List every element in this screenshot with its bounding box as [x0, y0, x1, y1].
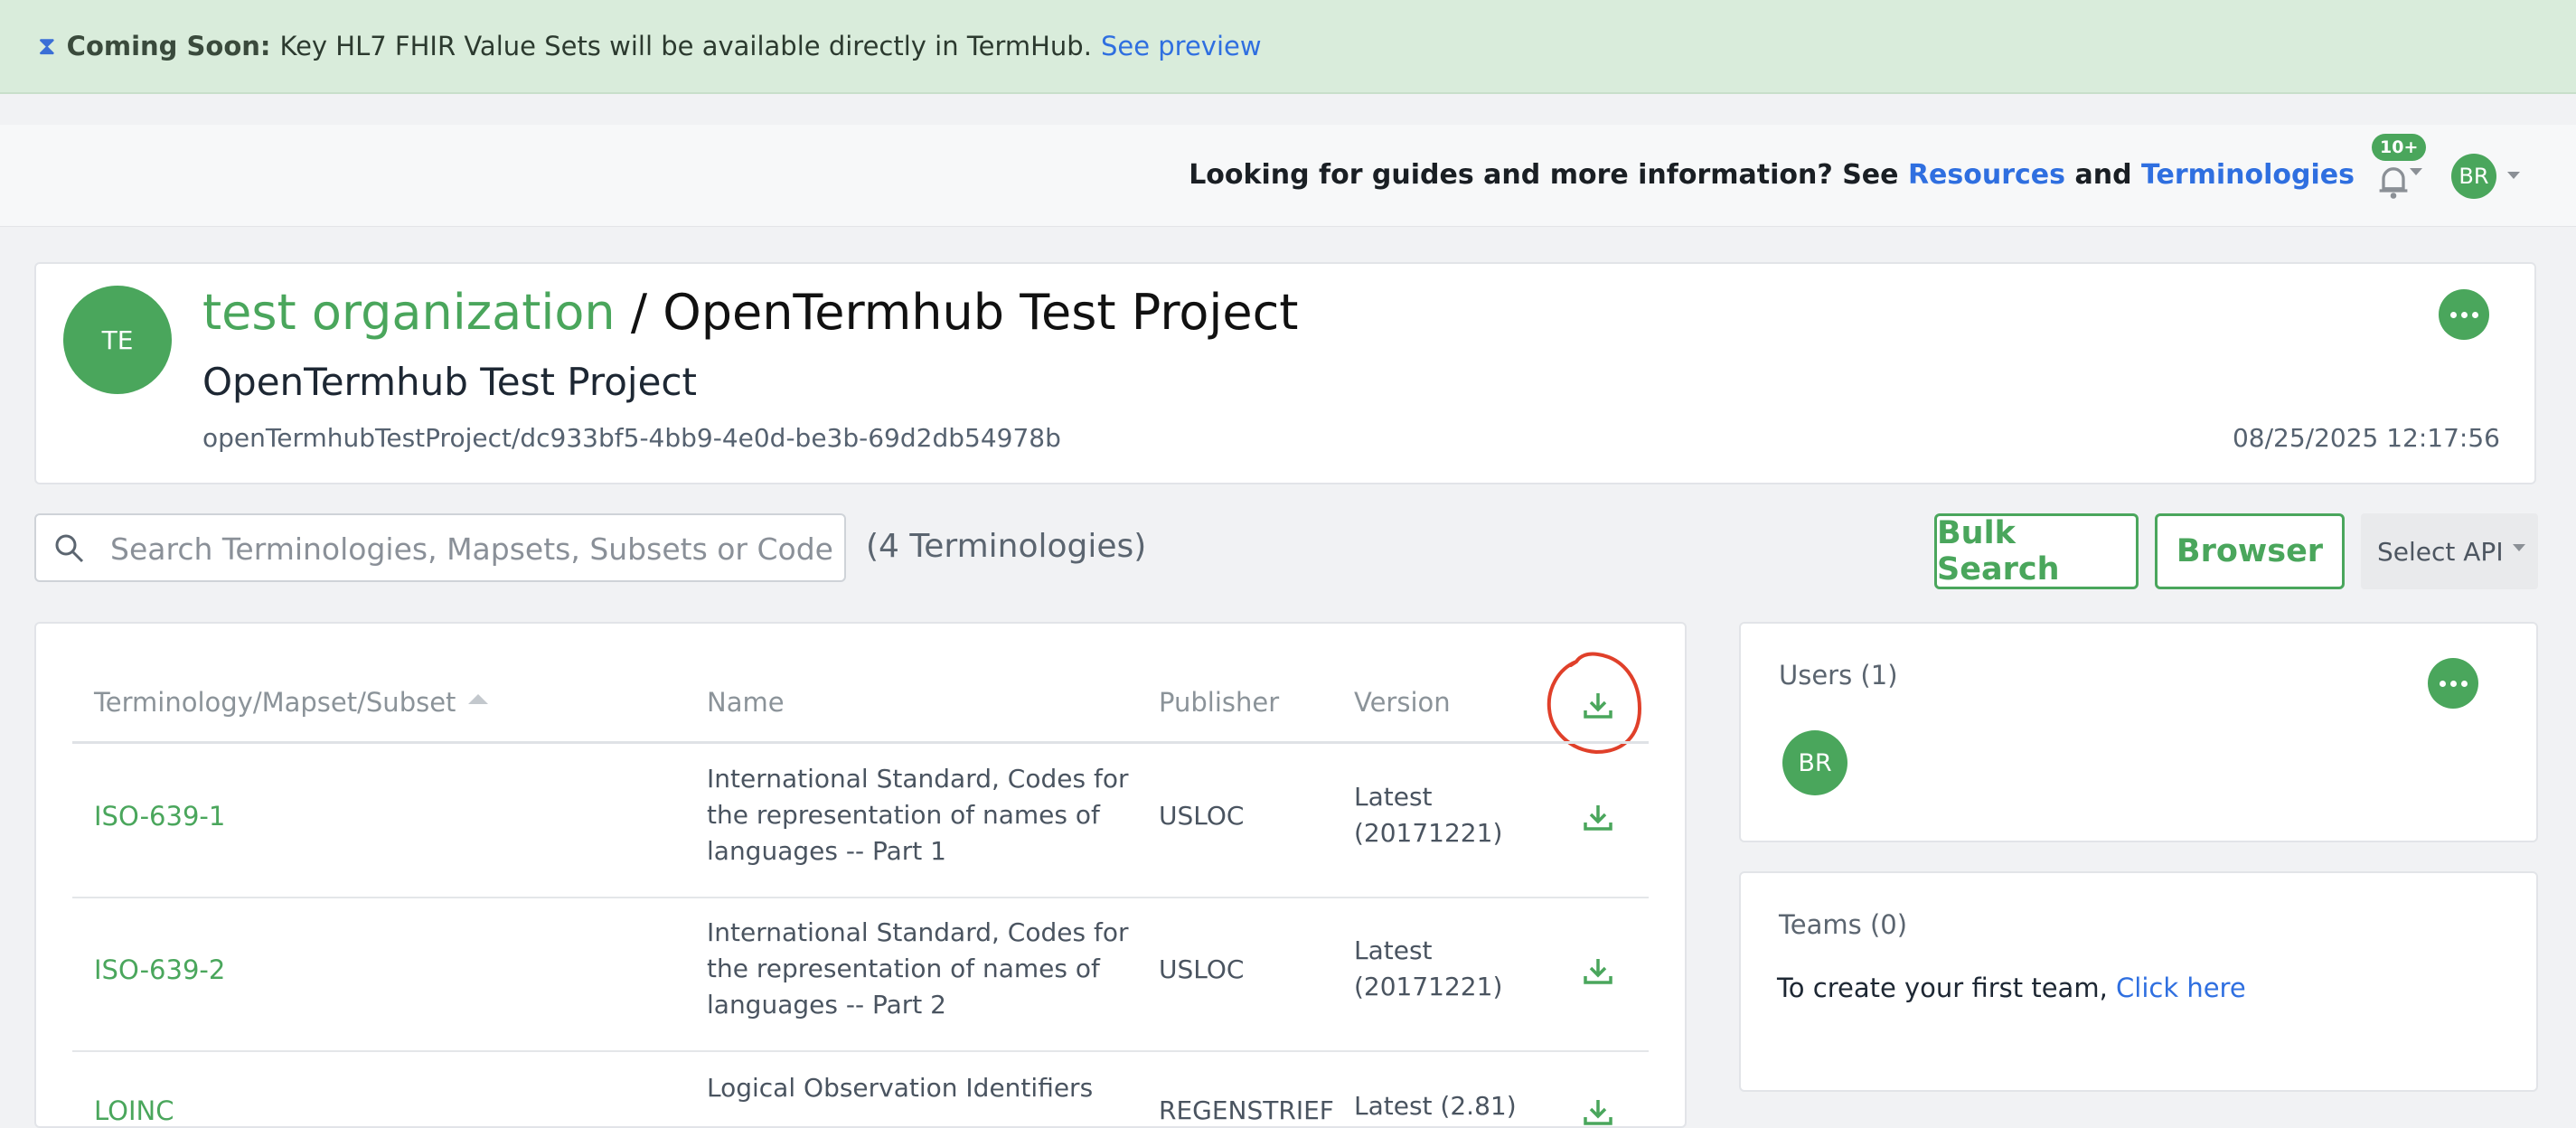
bell-icon[interactable]	[2374, 161, 2413, 201]
column-header-name[interactable]: Name	[707, 687, 785, 718]
terminologies-table: Terminology/Mapset/Subset Name Publisher…	[34, 622, 1687, 1128]
terminology-name: Logical Observation Identifiers	[707, 1073, 1094, 1103]
download-icon[interactable]	[1582, 954, 1614, 987]
terminology-version: Latest (20171221)	[1354, 935, 1503, 1001]
more-dot-icon	[2471, 311, 2478, 318]
more-dot-icon	[2460, 311, 2468, 318]
search-icon	[55, 534, 84, 563]
search-box	[34, 513, 846, 582]
bulk-search-button[interactable]: Bulk Search	[1934, 513, 2139, 589]
download-icon[interactable]	[1582, 1095, 1614, 1128]
column-header-terminology-label: Terminology/Mapset/Subset	[94, 687, 456, 718]
page-title: test organization / OpenTermhub Test Pro…	[202, 284, 1298, 341]
terminology-link[interactable]: ISO-639-1	[94, 801, 225, 832]
project-header-card: TE test organization / OpenTermhub Test …	[34, 262, 2536, 484]
hourglass-icon: ⧗	[38, 31, 56, 61]
row-divider	[72, 897, 1649, 898]
more-dot-icon	[2460, 680, 2468, 687]
users-more-button[interactable]	[2428, 658, 2478, 709]
more-dot-icon	[2439, 680, 2446, 687]
more-dot-icon	[2449, 311, 2457, 318]
teams-title: Teams (0)	[1779, 909, 1908, 940]
notification-caret-icon[interactable]	[2410, 168, 2422, 175]
column-header-terminology[interactable]: Terminology/Mapset/Subset	[94, 687, 488, 718]
terminology-link[interactable]: LOINC	[94, 1095, 174, 1126]
terminology-publisher: REGENSTRIEF	[1159, 1095, 1334, 1125]
org-link[interactable]: test organization	[202, 284, 616, 341]
teams-empty-text: To create your first team,	[1777, 973, 2108, 1003]
teams-empty-message: To create your first team, Click here	[1777, 973, 2246, 1003]
project-timestamp: 08/25/2025 12:17:56	[2232, 423, 2500, 453]
project-subtitle: OpenTermhub Test Project	[202, 360, 697, 404]
teams-card: Teams (0) To create your first team, Cli…	[1739, 871, 2538, 1092]
terminology-name: International Standard, Codes for the re…	[707, 917, 1129, 1020]
top-bar: Looking for guides and more information?…	[0, 125, 2576, 227]
create-team-link[interactable]: Click here	[2116, 973, 2246, 1003]
banner-label: Coming Soon:	[66, 31, 271, 61]
terminology-count: (4 Terminologies)	[866, 528, 1147, 565]
users-card: Users (1) BR	[1739, 622, 2538, 842]
select-api-dropdown[interactable]: Select API	[2361, 513, 2538, 589]
banner-text: Key HL7 FHIR Value Sets will be availabl…	[279, 31, 1092, 61]
search-input[interactable]	[108, 515, 835, 582]
terminology-version: Latest (2.81)	[1354, 1091, 1517, 1121]
row-divider	[72, 1050, 1649, 1052]
member-avatar[interactable]: BR	[1782, 730, 1847, 795]
chevron-down-icon	[2512, 544, 2525, 551]
column-header-version[interactable]: Version	[1354, 687, 1451, 718]
download-icon[interactable]	[1582, 801, 1614, 833]
browser-button[interactable]: Browser	[2155, 513, 2345, 589]
sort-ascending-icon	[467, 694, 488, 704]
select-api-label: Select API	[2377, 536, 2504, 567]
users-title: Users (1)	[1779, 660, 1898, 691]
project-title: OpenTermhub Test Project	[663, 284, 1299, 341]
help-message: Looking for guides and more information?…	[1189, 159, 2355, 191]
see-preview-link[interactable]: See preview	[1101, 31, 1262, 61]
user-avatar[interactable]: BR	[2451, 154, 2496, 199]
terminology-name: International Standard, Codes for the re…	[707, 764, 1129, 866]
resources-link[interactable]: Resources	[1908, 159, 2065, 191]
user-menu-caret-icon[interactable]	[2507, 172, 2520, 179]
help-message-text: Looking for guides and more information?…	[1189, 159, 1899, 191]
announcement-banner: ⧗ Coming Soon: Key HL7 FHIR Value Sets w…	[0, 0, 2576, 94]
help-and-text: and	[2074, 159, 2132, 191]
terminology-publisher: USLOC	[1159, 801, 1245, 831]
terminologies-link[interactable]: Terminologies	[2141, 159, 2355, 191]
project-identifier: openTermhubTestProject/dc933bf5-4bb9-4e0…	[202, 423, 1061, 453]
title-separator: /	[630, 284, 648, 341]
notification-badge: 10+	[2372, 134, 2427, 161]
header-divider	[72, 741, 1649, 744]
terminology-link[interactable]: ISO-639-2	[94, 954, 225, 985]
project-more-button[interactable]	[2439, 289, 2489, 340]
column-header-publisher[interactable]: Publisher	[1159, 687, 1279, 718]
terminology-publisher: USLOC	[1159, 954, 1245, 984]
org-avatar: TE	[63, 286, 172, 394]
terminology-version: Latest (20171221)	[1354, 782, 1503, 848]
more-dot-icon	[2449, 680, 2457, 687]
